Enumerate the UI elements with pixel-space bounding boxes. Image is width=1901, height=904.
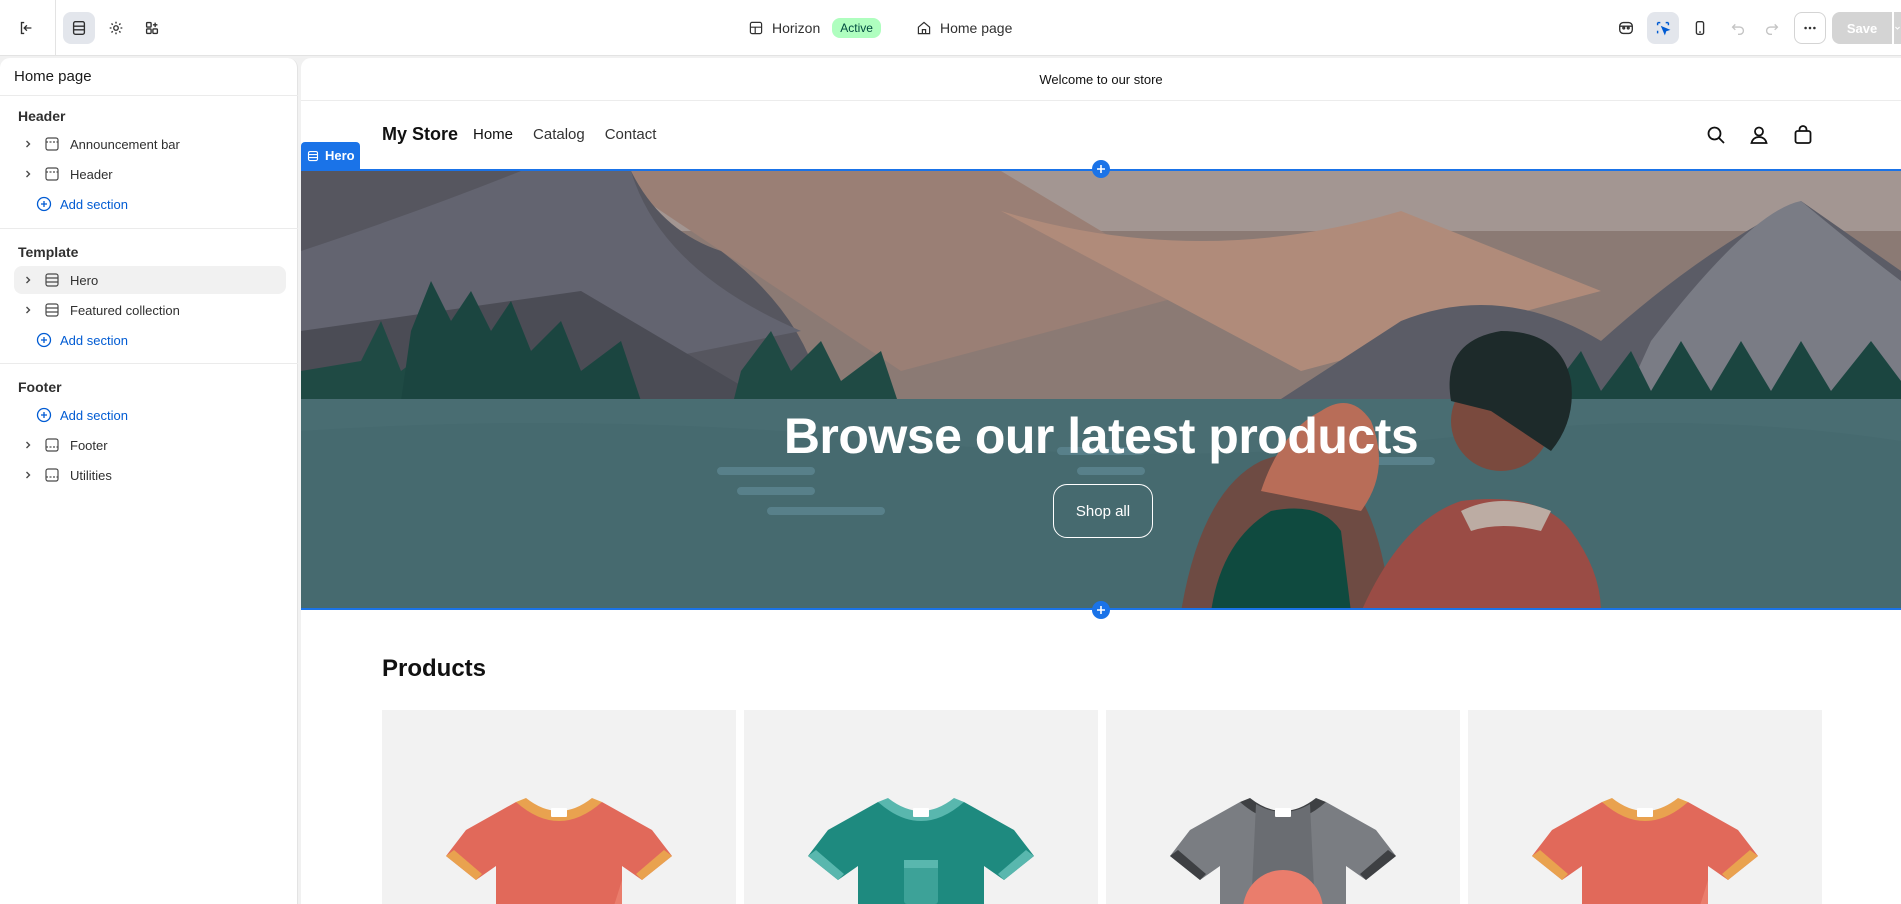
store-logo[interactable]: My Store <box>382 124 458 145</box>
plus-circle-icon <box>36 332 52 348</box>
hero-tag-label: Hero <box>325 148 355 163</box>
add-section-button-footer[interactable]: Add section <box>14 401 286 429</box>
exit-icon[interactable] <box>10 12 42 44</box>
undo-icon[interactable] <box>1722 12 1754 44</box>
product-card[interactable] <box>1106 710 1460 904</box>
sections-icon[interactable] <box>63 12 95 44</box>
more-icon <box>1804 26 1816 30</box>
layout-icon <box>749 21 763 35</box>
divider <box>0 228 298 229</box>
announcement-text: Welcome to our store <box>1039 71 1163 87</box>
tshirt-teal-image <box>808 798 1034 904</box>
section-icon <box>44 271 62 289</box>
topbar-divider <box>55 0 56 56</box>
section-label: Header <box>70 166 113 182</box>
tshirt-orange-image <box>446 798 672 904</box>
shop-all-button[interactable]: Shop all <box>1053 484 1153 538</box>
chevron-right-icon[interactable] <box>18 169 38 179</box>
save-button[interactable]: Save <box>1832 12 1892 44</box>
ai-assistant-icon[interactable] <box>1610 12 1642 44</box>
cart-icon[interactable] <box>1792 124 1814 146</box>
mobile-preview-icon[interactable] <box>1684 12 1716 44</box>
hero-section[interactable]: Browse our latest products Shop all <box>301 169 1901 610</box>
inspector-icon[interactable] <box>1647 12 1679 44</box>
section-icon <box>44 135 62 153</box>
add-section-below-icon[interactable] <box>1092 601 1110 619</box>
section-icon <box>307 150 319 161</box>
nav-link-home[interactable]: Home <box>473 126 513 143</box>
divider <box>0 363 298 364</box>
section-label: Utilities <box>70 467 112 483</box>
tshirt-orange-image <box>1532 798 1758 904</box>
home-icon <box>917 21 931 35</box>
section-icon <box>44 165 62 183</box>
chevron-right-icon[interactable] <box>18 470 38 480</box>
group-title-header: Header <box>18 108 66 124</box>
gear-icon[interactable] <box>100 12 132 44</box>
hero-illustration <box>301 171 1901 608</box>
group-title-footer: Footer <box>18 379 62 395</box>
theme-selector[interactable]: Horizon Active <box>748 14 881 42</box>
more-actions-button[interactable] <box>1794 12 1826 44</box>
section-label: Announcement bar <box>70 136 180 152</box>
chevron-right-icon[interactable] <box>18 305 38 315</box>
product-card[interactable] <box>382 710 736 904</box>
section-icon <box>44 466 62 484</box>
store-preview: Welcome to our store My Store Home Catal… <box>301 58 1901 904</box>
theme-name: Horizon <box>772 20 821 36</box>
search-icon[interactable] <box>1705 124 1727 146</box>
section-item-utilities[interactable]: Utilities <box>14 461 286 489</box>
section-icon <box>44 301 62 319</box>
section-item-announcement-bar[interactable]: Announcement bar <box>14 130 286 158</box>
add-section-label: Add section <box>60 332 128 348</box>
sections-sidebar: Home page Header Announcement bar Header… <box>0 58 298 904</box>
status-badge: Active <box>832 18 881 38</box>
section-item-header[interactable]: Header <box>14 160 286 188</box>
nav-link-contact[interactable]: Contact <box>605 126 657 143</box>
page-name: Home page <box>940 20 1013 36</box>
add-section-button-template[interactable]: Add section <box>14 326 286 354</box>
announcement-bar[interactable]: Welcome to our store <box>301 58 1901 101</box>
editor-topbar: Horizon Active Home page Save <box>0 0 1901 56</box>
add-section-label: Add section <box>60 196 128 212</box>
chevron-right-icon[interactable] <box>18 139 38 149</box>
chevron-right-icon[interactable] <box>18 275 38 285</box>
tshirt-grey-image <box>1170 798 1396 904</box>
section-item-featured-collection[interactable]: Featured collection <box>14 296 286 324</box>
plus-circle-icon <box>36 407 52 423</box>
save-options-button[interactable] <box>1893 12 1901 44</box>
section-label: Featured collection <box>70 302 180 318</box>
products-heading[interactable]: Products <box>382 655 486 683</box>
chevron-right-icon[interactable] <box>18 440 38 450</box>
add-section-label: Add section <box>60 407 128 423</box>
section-item-hero[interactable]: Hero <box>14 266 286 294</box>
nav-link-catalog[interactable]: Catalog <box>533 126 585 143</box>
page-selector[interactable]: Home page <box>916 14 1012 42</box>
divider <box>0 95 298 96</box>
apps-icon[interactable] <box>136 12 168 44</box>
section-item-footer[interactable]: Footer <box>14 431 286 459</box>
section-icon <box>44 436 62 454</box>
chevron-down-icon <box>1895 26 1900 30</box>
sidebar-title: Home page <box>14 68 92 85</box>
hero-section-tag[interactable]: Hero <box>301 142 360 169</box>
group-title-template: Template <box>18 244 79 260</box>
account-icon[interactable] <box>1748 124 1770 146</box>
redo-icon[interactable] <box>1756 12 1788 44</box>
section-label: Footer <box>70 437 108 453</box>
add-section-above-icon[interactable] <box>1092 160 1110 178</box>
hero-heading[interactable]: Browse our latest products <box>301 407 1901 465</box>
product-card[interactable] <box>1468 710 1822 904</box>
store-nav: Home Catalog Contact <box>473 126 656 143</box>
section-label: Hero <box>70 272 99 288</box>
product-card[interactable] <box>744 710 1098 904</box>
add-section-button-header[interactable]: Add section <box>14 190 286 218</box>
plus-circle-icon <box>36 196 52 212</box>
